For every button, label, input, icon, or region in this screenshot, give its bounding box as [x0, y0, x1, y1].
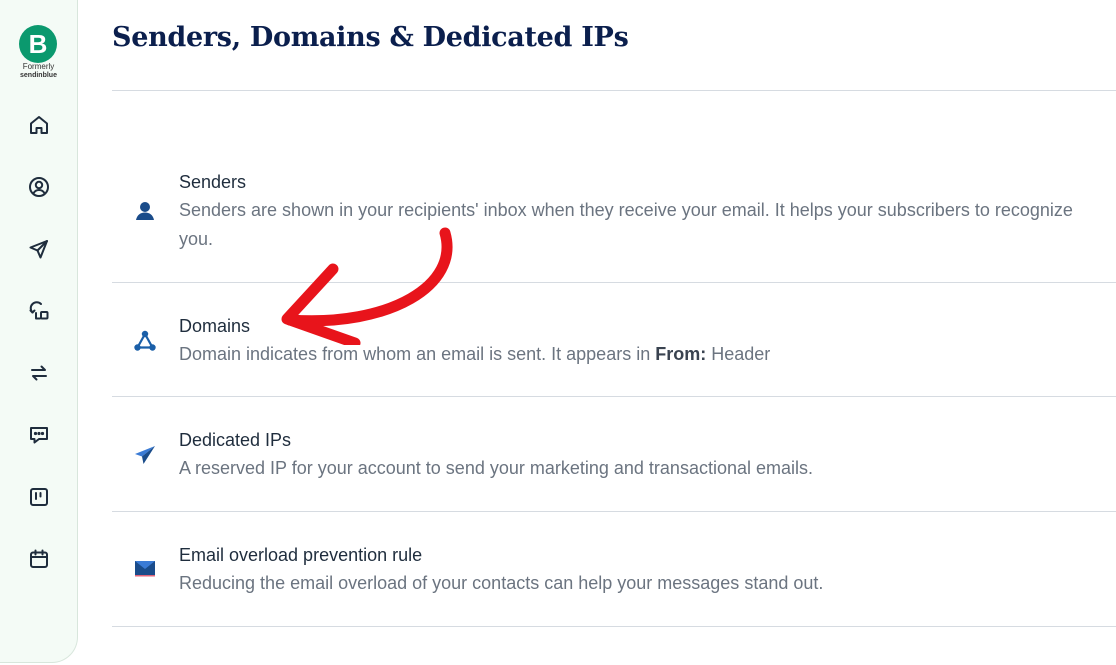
page-title: Senders, Domains & Dedicated IPs [112, 22, 629, 53]
row-divider [112, 396, 1116, 397]
formerly-brand: sendinblue [20, 72, 57, 79]
conversations-icon[interactable] [26, 422, 52, 448]
domains-description-suffix: Header [706, 344, 771, 364]
domains-title: Domains [179, 316, 251, 336]
contacts-icon[interactable] [26, 174, 52, 200]
email-overload-row[interactable]: Email overload prevention rule Reducing … [112, 541, 1116, 621]
from-header-label: From: [655, 344, 707, 364]
domains-row[interactable]: Domains Domain indicates from whom an em… [112, 312, 1116, 392]
dedicated-ips-title: Dedicated IPs [179, 430, 292, 450]
header-divider [112, 90, 1116, 91]
domains-description-text: Domain indicates from whom an email is s… [179, 344, 656, 364]
domains-description: Domain indicates from whom an email is s… [179, 340, 1109, 369]
row-divider [112, 626, 1116, 627]
envelope-icon [132, 555, 158, 581]
automations-icon[interactable] [26, 298, 52, 324]
email-overload-description: Reducing the email overload of your cont… [179, 573, 824, 593]
formerly-label: Formerly [22, 62, 55, 71]
formerly-caption: Formerly sendinblue [0, 62, 77, 80]
sidebar-nav: B Formerly sendinblue [0, 0, 78, 663]
campaigns-icon[interactable] [26, 236, 52, 262]
row-divider [112, 282, 1116, 283]
dedicated-ips-row[interactable]: Dedicated IPs A reserved IP for your acc… [112, 426, 1116, 506]
domain-network-icon [132, 328, 158, 354]
senders-row[interactable]: Senders Senders are shown in your recipi… [112, 168, 1116, 278]
person-icon [132, 198, 158, 224]
email-overload-title: Email overload prevention rule [179, 545, 423, 565]
brevo-logo[interactable]: B [19, 25, 57, 63]
meetings-icon[interactable] [26, 546, 52, 572]
deals-icon[interactable] [26, 484, 52, 510]
home-icon[interactable] [26, 112, 52, 138]
transactional-icon[interactable] [26, 360, 52, 386]
paper-plane-icon [132, 442, 158, 468]
dedicated-ips-description: A reserved IP for your account to send y… [179, 458, 813, 478]
senders-title: Senders [179, 172, 247, 192]
row-divider [112, 511, 1116, 512]
senders-description: Senders are shown in your recipients' in… [179, 200, 1073, 249]
